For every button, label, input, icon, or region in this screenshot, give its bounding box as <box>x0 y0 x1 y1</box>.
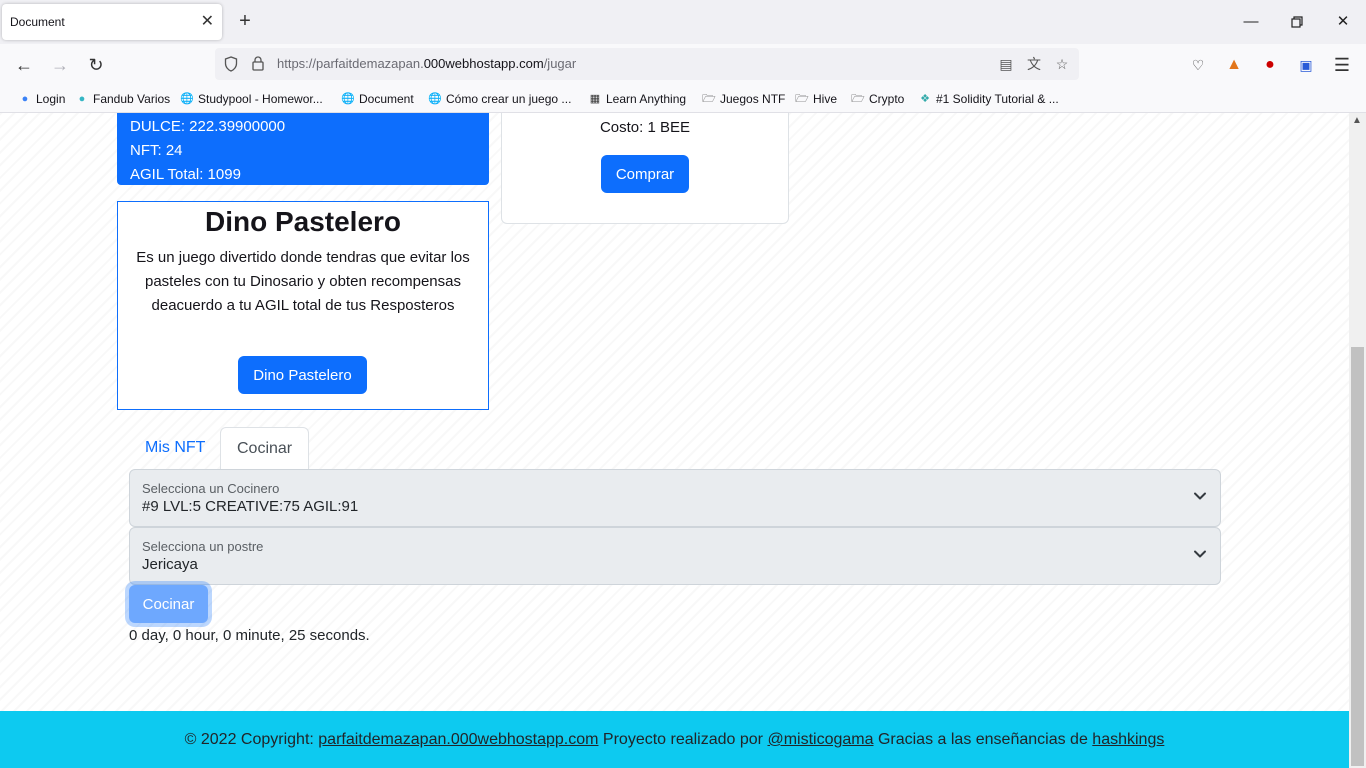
thanks-text: Gracias a las enseñancias de <box>873 731 1093 748</box>
bookmark-hive[interactable]: 🗁 Hive <box>795 91 837 107</box>
bookmark-login[interactable]: ● Login <box>18 91 66 107</box>
globe-icon: 🌐 <box>428 93 442 105</box>
back-icon[interactable]: ← <box>12 53 36 77</box>
minimize-icon[interactable]: — <box>1239 10 1263 34</box>
solidity-icon: ❖ <box>920 93 930 105</box>
folder-icon: 🗁 <box>851 93 865 105</box>
page-scrollbar[interactable]: ▲ <box>1349 113 1366 768</box>
page-viewport: DULCE: 222.39900000 NFT: 24 AGIL Total: … <box>0 113 1349 768</box>
bookmark-star-icon[interactable]: ☆ <box>1052 54 1072 74</box>
reload-icon[interactable]: ↻ <box>84 53 108 77</box>
postre-select-value: Jericaya <box>142 556 198 573</box>
cocinar-button[interactable]: Cocinar <box>129 585 208 623</box>
pocket-icon[interactable]: ♡ <box>1186 53 1210 77</box>
blue-dot-icon: ● <box>21 93 29 105</box>
site-link[interactable]: parfaitdemazapan.000webhostapp.com <box>318 731 598 748</box>
lock-icon[interactable] <box>248 54 268 74</box>
postre-select-label: Selecciona un postre <box>142 539 264 554</box>
browser-nav-bar: ← → ↻ https://parfaitdemazapan.000webhos… <box>0 44 1366 86</box>
dino-pastelero-button[interactable]: Dino Pastelero <box>238 356 367 394</box>
cocinero-select-label: Selecciona un Cocinero <box>142 481 280 496</box>
tab-mis-nft[interactable]: Mis NFT <box>129 427 221 469</box>
buy-card: Costo: 1 BEE Comprar <box>501 113 789 224</box>
url-text: https://parfaitdemazapan.000webhostapp.c… <box>277 56 577 71</box>
shield-icon[interactable] <box>221 54 241 74</box>
map-icon: ▦ <box>589 93 601 105</box>
tab-title: Document <box>10 15 65 29</box>
chevron-down-icon <box>1194 492 1206 500</box>
extension-icon[interactable]: ● <box>1258 53 1282 77</box>
dulce-balance: DULCE: 222.39900000 <box>130 118 286 135</box>
scroll-up-icon[interactable]: ▲ <box>1352 115 1362 126</box>
bookmark-solidity[interactable]: ❖ #1 Solidity Tutorial & ... <box>918 91 1059 107</box>
bookmarks-bar: ● Login ● Fandub Varios 🌐 Studypool - Homew… <box>0 86 1366 113</box>
agil-total: AGIL Total: 1099 <box>130 166 241 183</box>
content-tabs: Mis NFT Cocinar <box>129 427 1221 469</box>
stats-panel: DULCE: 222.39900000 NFT: 24 AGIL Total: … <box>117 113 489 185</box>
translate-icon[interactable]: 文 <box>1024 54 1044 74</box>
bookmark-crear-juego[interactable]: 🌐 Cómo crear un juego ... <box>428 91 571 107</box>
metamask-icon[interactable]: ▲ <box>1222 53 1246 77</box>
translator-extension-icon[interactable]: ▣ <box>1294 53 1318 77</box>
copyright-text: © 2022 Copyright: <box>184 731 319 748</box>
comprar-button[interactable]: Comprar <box>601 155 689 193</box>
bookmark-studypool[interactable]: 🌐 Studypool - Homewor... <box>180 91 323 107</box>
close-tab-icon[interactable]: ✕ <box>201 14 214 30</box>
menu-icon[interactable]: ☰ <box>1330 53 1354 77</box>
bookmark-juegos-ntf[interactable]: 🗁 Juegos NTF <box>702 91 785 107</box>
dino-title: Dino Pastelero <box>204 206 402 237</box>
chevron-down-icon <box>1194 550 1206 558</box>
browser-tab-bar: Document ✕ + — ✕ <box>0 0 1366 44</box>
bookmark-document[interactable]: 🌐 Document <box>341 91 414 107</box>
new-tab-icon[interactable]: + <box>234 10 256 32</box>
fandub-icon: ● <box>78 93 86 105</box>
cocinero-select[interactable]: Selecciona un Cocinero #9 LVL:5 CREATIVE… <box>129 469 1221 527</box>
tab-cocinar[interactable]: Cocinar <box>220 427 310 469</box>
close-window-icon[interactable]: ✕ <box>1331 10 1355 34</box>
forward-icon[interactable]: → <box>48 53 72 77</box>
dino-description: Es un juego divertido donde tendras que … <box>136 249 470 314</box>
browser-tab[interactable]: Document ✕ <box>2 4 222 40</box>
folder-icon: 🗁 <box>702 93 716 105</box>
cook-timer: 0 day, 0 hour, 0 minute, 25 seconds. <box>129 627 370 644</box>
globe-icon: 🌐 <box>180 93 194 105</box>
scrollbar-thumb[interactable] <box>1351 347 1364 766</box>
hashkings-link[interactable]: hashkings <box>1092 731 1164 748</box>
buy-cost: Costo: 1 BEE <box>599 119 691 136</box>
folder-icon: 🗁 <box>795 93 809 105</box>
dino-card: Dino Pastelero Es un juego divertido don… <box>117 201 489 410</box>
page-footer: © 2022 Copyright: parfaitdemazapan.000we… <box>0 711 1349 768</box>
cocinero-select-value: #9 LVL:5 CREATIVE:75 AGIL:91 <box>142 498 359 515</box>
author-link[interactable]: @misticogama <box>767 731 873 748</box>
url-bar[interactable]: https://parfaitdemazapan.000webhostapp.c… <box>215 48 1079 80</box>
project-text: Proyecto realizado por <box>598 731 768 748</box>
postre-select[interactable]: Selecciona un postre Jericaya <box>129 527 1221 585</box>
nft-count: NFT: 24 <box>130 142 183 159</box>
bookmark-fandub[interactable]: ● Fandub Varios <box>75 91 170 107</box>
restore-icon[interactable] <box>1285 10 1309 34</box>
bookmark-crypto[interactable]: 🗁 Crypto <box>851 91 904 107</box>
reader-view-icon[interactable]: ▤ <box>996 54 1016 74</box>
globe-icon: 🌐 <box>341 93 355 105</box>
bookmark-learn-anything[interactable]: ▦ Learn Anything <box>588 91 686 107</box>
